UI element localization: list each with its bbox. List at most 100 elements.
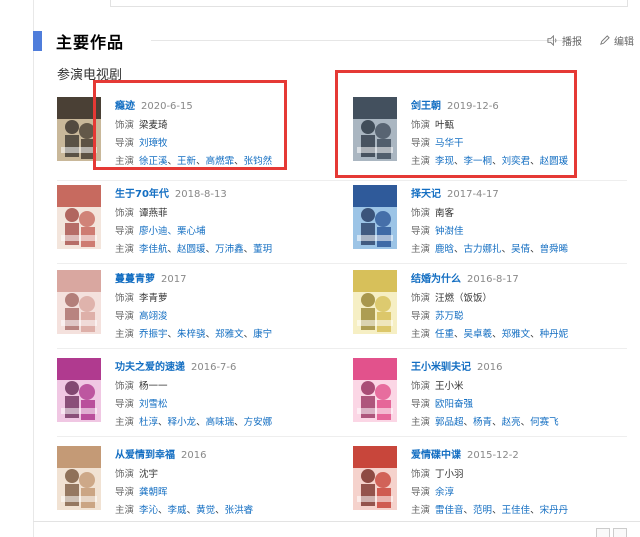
cast-link[interactable]: 任重 xyxy=(435,329,454,340)
director-value: 苏万聪 xyxy=(435,311,464,322)
cast-link[interactable]: 宋丹丹 xyxy=(540,505,569,516)
cast-link[interactable]: 李佳航 xyxy=(139,244,168,255)
director-link[interactable]: 钟澍佳 xyxy=(435,226,464,237)
poster-thumbnail[interactable] xyxy=(57,358,101,422)
director-label: 导演 xyxy=(115,311,135,322)
cast-link[interactable]: 董玥 xyxy=(253,244,272,255)
cast-link[interactable]: 种丹妮 xyxy=(540,329,569,340)
cast-link[interactable]: 曾舜晞 xyxy=(540,244,569,255)
cast-link[interactable]: 高味瑞 xyxy=(206,417,235,428)
work-item: 从爱情到幸福 2016 饰演 沈宇 导演 龚朝晖 主演 李沁、李威、黄觉、张洪睿 xyxy=(57,446,327,516)
cast-link[interactable]: 方安娜 xyxy=(244,417,273,428)
poster-thumbnail[interactable] xyxy=(57,446,101,510)
role-line: 饰演 谭燕菲 xyxy=(115,205,168,219)
cast-label: 主演 xyxy=(115,329,135,340)
work-title-link[interactable]: 爱情碟中谍 xyxy=(411,450,461,461)
cast-line: 主演 郭品超、杨青、赵亮、何赛飞 xyxy=(411,414,559,428)
cast-label: 主演 xyxy=(411,505,431,516)
poster-thumbnail[interactable] xyxy=(353,270,397,334)
work-date: 2016 xyxy=(181,450,207,461)
cast-link[interactable]: 张洪睿 xyxy=(225,505,254,516)
cast-link[interactable]: 吴倩 xyxy=(511,244,530,255)
cast-link[interactable]: 杨青 xyxy=(473,417,492,428)
work-title-link[interactable]: 王小米驯夫记 xyxy=(411,362,471,373)
director-value: 高翊浚 xyxy=(139,311,168,322)
cast-link[interactable]: 雷佳音 xyxy=(435,505,464,516)
work-item: 蔓蔓青萝 2017 饰演 李青萝 导演 高翊浚 主演 乔振宇、朱梓骁、郑雅文、康宁 xyxy=(57,270,327,340)
speaker-icon xyxy=(547,35,557,46)
section-accent-bar xyxy=(33,31,42,51)
work-title-link[interactable]: 生于70年代 xyxy=(115,189,169,200)
director-link[interactable]: 廖小迪、栗心埔 xyxy=(139,226,206,237)
director-link[interactable]: 刘雪松 xyxy=(139,399,168,410)
cast-link[interactable]: 郑雅文 xyxy=(502,329,531,340)
cast-link[interactable]: 万沛鑫 xyxy=(215,244,244,255)
work-title-link[interactable]: 从爱情到幸福 xyxy=(115,450,175,461)
cast-link[interactable]: 杜淳 xyxy=(139,417,158,428)
cast-link[interactable]: 王佳佳 xyxy=(502,505,531,516)
cast-label: 主演 xyxy=(115,244,135,255)
director-link[interactable]: 龚朝晖 xyxy=(139,487,168,498)
edit-label: 编辑 xyxy=(614,37,634,48)
director-label: 导演 xyxy=(411,226,431,237)
cast-link[interactable]: 范明 xyxy=(473,505,492,516)
cast-link[interactable]: 朱梓骁 xyxy=(177,329,206,340)
cast-link[interactable]: 乔振宇 xyxy=(139,329,168,340)
work-title-line: 择天记 2017-4-17 xyxy=(411,185,499,200)
poster-thumbnail[interactable] xyxy=(57,270,101,334)
cast-link[interactable]: 郑雅文 xyxy=(215,329,244,340)
director-link[interactable]: 高翊浚 xyxy=(139,311,168,322)
director-value: 欧阳奋强 xyxy=(435,399,473,410)
cast-link[interactable]: 释小龙 xyxy=(168,417,197,428)
work-title-line: 结婚为什么 2016-8-17 xyxy=(411,270,519,285)
work-date: 2016 xyxy=(477,362,503,373)
cast-label: 主演 xyxy=(115,505,135,516)
role-value: 谭燕菲 xyxy=(139,208,168,219)
cast-link[interactable]: 郭品超 xyxy=(435,417,464,428)
role-line: 饰演 沈宇 xyxy=(115,466,158,480)
director-line: 导演 苏万聪 xyxy=(411,308,464,322)
cast-link[interactable]: 何赛飞 xyxy=(530,417,559,428)
work-item: 王小米驯夫记 2016 饰演 王小米 导演 欧阳奋强 主演 郭品超、杨青、赵亮、何赛飞 xyxy=(353,358,623,428)
work-title-line: 爱情碟中谍 2015-12-2 xyxy=(411,446,519,461)
poster-thumbnail[interactable] xyxy=(353,446,397,510)
director-link[interactable]: 欧阳奋强 xyxy=(435,399,473,410)
cast-link[interactable]: 黄觉 xyxy=(196,505,215,516)
work-title-link[interactable]: 功夫之爱的速递 xyxy=(115,362,185,373)
cast-link[interactable]: 鹿晗 xyxy=(435,244,454,255)
cast-link[interactable]: 赵圆瑗 xyxy=(177,244,206,255)
cast-value: 李沁、李威、黄觉、张洪睿 xyxy=(139,505,254,516)
role-value: 南客 xyxy=(435,208,455,219)
cast-link[interactable]: 李威 xyxy=(168,505,187,516)
role-label: 饰演 xyxy=(115,293,135,304)
work-date: 2016-8-17 xyxy=(467,274,519,285)
director-value: 刘雪松 xyxy=(139,399,168,410)
role-label: 饰演 xyxy=(411,469,431,480)
poster-thumbnail[interactable] xyxy=(353,358,397,422)
director-link[interactable]: 苏万聪 xyxy=(435,311,464,322)
work-title-link[interactable]: 择天记 xyxy=(411,189,441,200)
cast-link[interactable]: 李沁 xyxy=(139,505,158,516)
play-audio-button[interactable]: 播报 xyxy=(547,33,582,48)
work-title-link[interactable]: 蔓蔓青萝 xyxy=(115,274,155,285)
director-label: 导演 xyxy=(115,487,135,498)
director-label: 导演 xyxy=(411,399,431,410)
cast-link[interactable]: 吴卓羲 xyxy=(464,329,493,340)
poster-thumbnail[interactable] xyxy=(57,185,101,249)
edit-button[interactable]: 编辑 xyxy=(599,33,634,48)
cast-link[interactable]: 古力娜扎 xyxy=(464,244,502,255)
work-title-link[interactable]: 结婚为什么 xyxy=(411,274,461,285)
cast-label: 主演 xyxy=(115,417,135,428)
pager-prev-button[interactable] xyxy=(596,528,610,537)
pager-next-button[interactable] xyxy=(613,528,627,537)
work-title-line: 蔓蔓青萝 2017 xyxy=(115,270,186,285)
director-link[interactable]: 余淳 xyxy=(435,487,454,498)
cast-link[interactable]: 康宁 xyxy=(253,329,272,340)
poster-thumbnail[interactable] xyxy=(353,185,397,249)
cast-line: 主演 任重、吴卓羲、郑雅文、种丹妮 xyxy=(411,326,568,340)
page: 主要作品 播报 编辑 参演电视剧 瘾迹 2020-6-15 饰演梁麦琦 导演 刘… xyxy=(0,0,640,537)
cast-value: 郭品超、杨青、赵亮、何赛飞 xyxy=(435,417,559,428)
role-line: 饰演 杨一一 xyxy=(115,378,168,392)
highlight-box xyxy=(335,70,577,178)
cast-link[interactable]: 赵亮 xyxy=(502,417,521,428)
